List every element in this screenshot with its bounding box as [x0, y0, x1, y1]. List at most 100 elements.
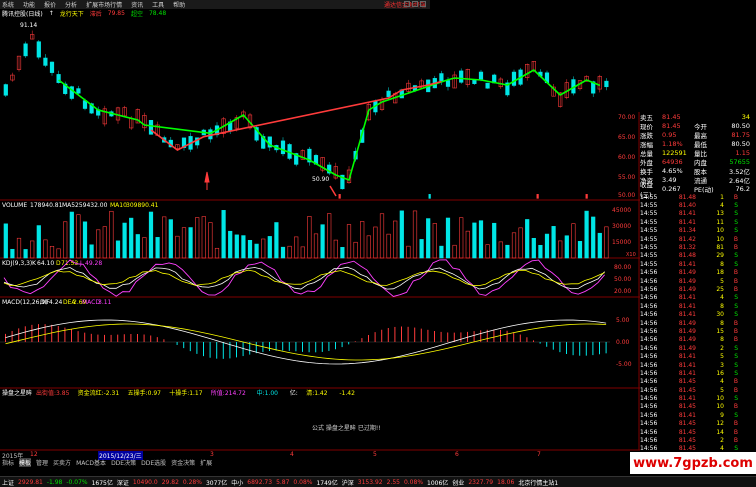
volume-label: VOLUME	[2, 202, 27, 209]
volume-bar	[76, 214, 81, 259]
tick-t: 14:55	[640, 193, 658, 201]
tick-v: 8	[720, 336, 724, 344]
bottom-indicator-item: 所值:214.72	[211, 389, 246, 397]
volume-bar	[538, 244, 543, 259]
quote-row: 收益(三) 0.267 PE(动) 76.2	[640, 181, 756, 199]
high-price-label: 91.14	[20, 22, 37, 29]
tick-row: 14:56 81.41 3 S	[640, 361, 756, 369]
tick-row: 14:56 81.49 25 B	[640, 285, 756, 293]
status-item: -0.07%	[66, 478, 88, 486]
tick-v: 8	[720, 260, 724, 268]
tab-macd-basic[interactable]: MACD基本	[76, 458, 106, 467]
tick-s: S	[734, 344, 738, 352]
tick-s: S	[734, 302, 738, 310]
volume-bar	[16, 237, 22, 259]
tab-buysell[interactable]: 买卖方	[53, 458, 71, 467]
tick-s: B	[733, 235, 738, 243]
tick-row: 14:56 81.41 4 S	[640, 294, 756, 302]
tab-indicator[interactable]: 指标	[2, 458, 14, 467]
tick-row: 14:56 81.45 4 B	[640, 378, 756, 386]
quote-v2: 80.50	[731, 139, 750, 148]
tick-t: 14:56	[640, 403, 658, 411]
volume-bar	[445, 217, 451, 259]
volume-bars	[3, 210, 609, 259]
status-item: 1006亿	[427, 479, 449, 487]
tick-v: 11	[716, 218, 724, 226]
tick-p: 81.34	[678, 227, 696, 235]
tick-v: 8	[720, 302, 724, 310]
bottom-indicator-item: 出街值:3.85	[36, 389, 70, 397]
tick-t: 14:56	[640, 437, 658, 445]
tick-t: 14:56	[640, 378, 658, 386]
status-item: 0.08%	[403, 478, 424, 486]
tick-v: 5	[720, 353, 724, 361]
quote-v1: 1.18%	[662, 139, 683, 148]
volume-bar	[142, 237, 147, 259]
volume-bar	[63, 221, 68, 259]
volume-bar	[584, 210, 589, 259]
volume-bar	[162, 216, 167, 259]
tab-dde-decision[interactable]: DDE决策	[111, 458, 136, 467]
status-item: 2.55	[386, 478, 400, 486]
volume-bar	[373, 226, 378, 259]
tick-list[interactable]: 14:55 81.48 1 B 14:55 81.40 4 S 14:55 81.41 13 S 14:…	[640, 193, 756, 463]
volume-tick: 30000	[612, 223, 631, 230]
volume-bar	[459, 217, 464, 259]
volume-bar	[452, 244, 457, 259]
quote-v1: 81.45	[662, 121, 681, 130]
volume-bar	[353, 241, 358, 259]
tick-t: 14:56	[640, 411, 658, 419]
tick-p: 81.49	[678, 269, 696, 277]
volume-bar	[287, 245, 292, 259]
tick-row: 14:56 81.45 12 B	[640, 420, 756, 428]
price-tick: 50.00	[618, 192, 635, 199]
tab-manage[interactable]: 管理	[36, 458, 48, 467]
volume-bar	[254, 243, 259, 259]
chart-canvas[interactable]: 70.00 65.00 60.00 55.00 50.00 91.14 50.9…	[0, 0, 640, 475]
kdj-k-line	[3, 266, 605, 290]
tick-p: 81.41	[678, 260, 696, 268]
tick-v: 4	[720, 202, 724, 210]
tick-s: S	[734, 218, 738, 226]
tick-v: 3	[720, 361, 724, 369]
tab-dde-select[interactable]: DDE选股	[141, 458, 166, 467]
tick-row: 14:56 81.49 15 B	[640, 327, 756, 335]
tick-s: S	[734, 202, 738, 210]
volume-bar	[221, 210, 226, 259]
tab-extend[interactable]: 扩展	[200, 458, 212, 467]
buy-arrow-icon	[204, 171, 210, 190]
bottom-indicator-name: 操盘之星眸	[2, 389, 32, 397]
tick-t: 14:56	[640, 302, 658, 310]
quote-v1: 3.49	[662, 175, 677, 184]
tab-fund-decision[interactable]: 资金决策	[171, 458, 195, 467]
volume-bar	[261, 238, 266, 259]
volume-bar	[109, 210, 114, 259]
tick-row: 14:56 81.41 10 S	[640, 394, 756, 402]
tab-template[interactable]: 模板	[19, 458, 32, 467]
quote-v1: 122591	[662, 148, 687, 157]
volume-ma10-label: MA10	[110, 202, 127, 209]
price-tick: 55.00	[618, 174, 635, 181]
signal-marker: ▮	[585, 193, 588, 200]
volume-bar	[208, 222, 213, 259]
tick-v: 1	[720, 193, 724, 201]
volume-bar	[412, 210, 418, 259]
tick-p: 81.41	[678, 210, 696, 218]
tick-s: S	[734, 311, 738, 319]
status-item: 沪深	[341, 479, 354, 487]
status-item: 中小	[231, 479, 244, 487]
tick-v: 10	[716, 395, 724, 403]
volume-bar	[340, 247, 345, 259]
tick-s: B	[733, 193, 738, 201]
tick-t: 14:56	[640, 428, 658, 436]
volume-bar	[511, 232, 517, 259]
quote-v2: 57655	[729, 157, 750, 166]
tick-t: 14:56	[640, 294, 658, 302]
date-mark: 5	[373, 451, 377, 458]
volume-bar	[3, 223, 8, 259]
tick-v: 14	[716, 428, 724, 436]
tick-t: 14:56	[640, 395, 658, 403]
bottom-indicator-item: 五操手:0.97	[128, 389, 162, 397]
volume-bar	[531, 237, 536, 259]
tick-s: B	[733, 244, 738, 252]
